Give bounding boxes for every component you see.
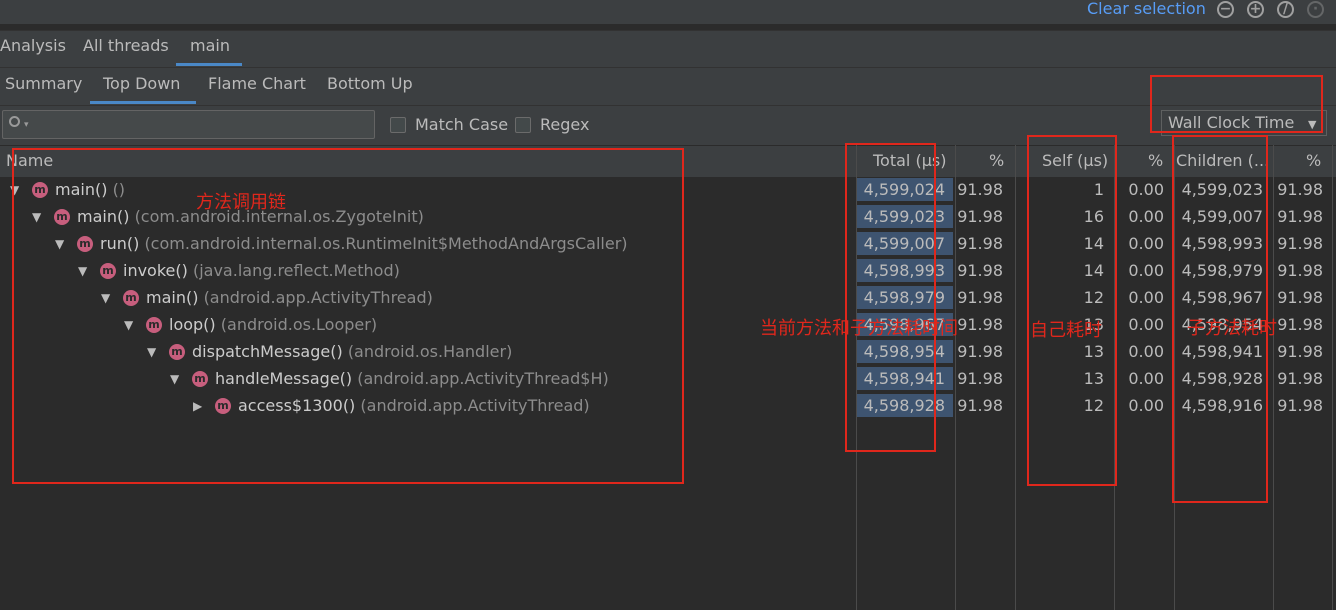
match-case-checkbox[interactable] (390, 117, 406, 133)
tab-bottom-up[interactable]: Bottom Up (327, 74, 413, 93)
cell-self-pct: 0.00 (1128, 342, 1164, 361)
cell-children-pct: 91.98 (1277, 207, 1323, 226)
annotation-self-time: 自己耗时 (1030, 320, 1102, 341)
cell-children-pct: 91.98 (1277, 261, 1323, 280)
cell-self-pct: 0.00 (1128, 207, 1164, 226)
annotation-total-time: 当前方法和子方法耗时间 (760, 318, 958, 339)
cell-self-pct: 0.00 (1128, 180, 1164, 199)
col-children-pct[interactable]: % (1306, 151, 1321, 170)
annotation-children-time: 子方法耗时 (1187, 318, 1277, 339)
search-input[interactable] (2, 110, 375, 139)
col-total-pct[interactable]: % (989, 151, 1004, 170)
selected-thread-indicator (176, 63, 242, 66)
cell-self-pct: 0.00 (1128, 288, 1164, 307)
annotation-call-chain: 方法调用链 (196, 192, 286, 213)
cell-total-pct: 91.98 (957, 342, 1003, 361)
view-tab-bar (0, 67, 1336, 106)
cell-self-pct: 0.00 (1128, 369, 1164, 388)
cell-total-pct: 91.98 (957, 207, 1003, 226)
selected-view-indicator (90, 101, 196, 104)
cell-total-pct: 91.98 (957, 288, 1003, 307)
tab-summary[interactable]: Summary (5, 74, 82, 93)
tab-main-thread[interactable]: main (190, 36, 230, 55)
zoom-in-icon[interactable]: + (1247, 1, 1264, 18)
annotation-box-call-chain (12, 148, 684, 484)
annotation-box-total (845, 143, 936, 452)
clear-selection-link[interactable]: Clear selection (1087, 0, 1206, 18)
tab-analysis[interactable]: Analysis (0, 36, 66, 55)
cell-self-pct: 0.00 (1128, 396, 1164, 415)
cell-total-pct: 91.98 (957, 180, 1003, 199)
annotation-box-clock (1150, 75, 1323, 133)
cell-children-pct: 91.98 (1277, 288, 1323, 307)
regex-label: Regex (540, 115, 590, 134)
col-self-pct[interactable]: % (1148, 151, 1163, 170)
tab-all-threads[interactable]: All threads (83, 36, 169, 55)
cell-self-pct: 0.00 (1128, 234, 1164, 253)
cell-children-pct: 91.98 (1277, 396, 1323, 415)
zoom-out-icon[interactable]: − (1217, 1, 1234, 18)
search-options-icon[interactable]: ▾ (24, 120, 29, 130)
tab-flame-chart[interactable]: Flame Chart (208, 74, 306, 93)
cell-self-pct: 0.00 (1128, 315, 1164, 334)
expand-icon[interactable]: · (1307, 1, 1324, 18)
cell-children-pct: 91.98 (1277, 315, 1323, 334)
match-case-label: Match Case (415, 115, 509, 134)
annotation-box-self (1027, 135, 1117, 486)
cell-children-pct: 91.98 (1277, 234, 1323, 253)
cell-self-pct: 0.00 (1128, 261, 1164, 280)
tab-top-down[interactable]: Top Down (103, 74, 180, 93)
cell-children-pct: 91.98 (1277, 369, 1323, 388)
reset-zoom-icon[interactable]: / (1277, 1, 1294, 18)
search-icon (9, 116, 20, 127)
cell-children-pct: 91.98 (1277, 342, 1323, 361)
regex-checkbox[interactable] (515, 117, 531, 133)
cell-total-pct: 91.98 (957, 396, 1003, 415)
cell-children-pct: 91.98 (1277, 180, 1323, 199)
cell-total-pct: 91.98 (957, 315, 1003, 334)
cell-total-pct: 91.98 (957, 261, 1003, 280)
cell-total-pct: 91.98 (957, 234, 1003, 253)
cell-total-pct: 91.98 (957, 369, 1003, 388)
